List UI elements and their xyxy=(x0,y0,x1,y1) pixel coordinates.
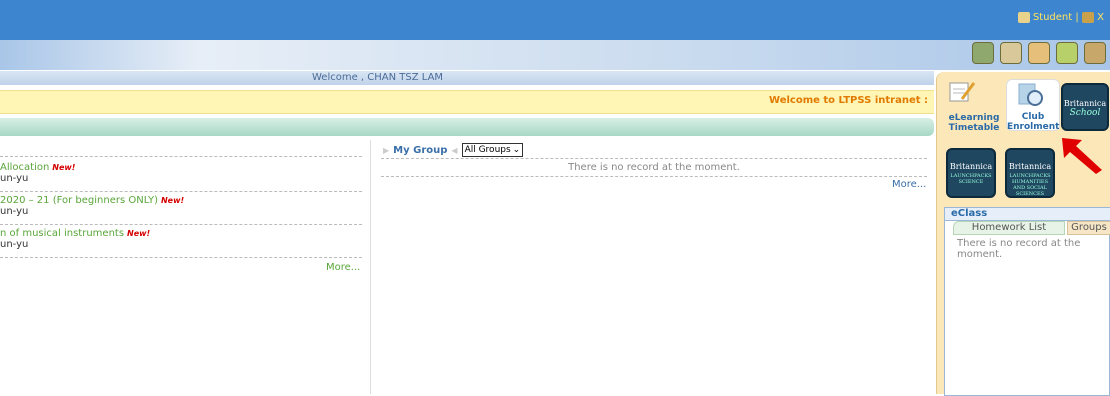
home-icon[interactable] xyxy=(1017,12,1030,23)
calendar-icon[interactable] xyxy=(972,42,994,64)
divider xyxy=(0,156,362,157)
notepad-pencil-icon xyxy=(949,82,976,102)
my-group-label: My Group xyxy=(393,144,448,156)
caret-right-icon: ▶ xyxy=(383,145,390,155)
chevron-down-icon: ⌄ xyxy=(512,145,521,155)
group-select-value: All Groups xyxy=(464,145,511,155)
brand-sub: LAUNCHPACKS SCIENCE xyxy=(950,173,992,185)
brand-text: Britannica xyxy=(1063,99,1107,108)
clipboard-icon[interactable] xyxy=(1000,42,1022,64)
eclass-panel: eClass Homework List Groups There is no … xyxy=(944,207,1110,396)
club-enrolment-tile[interactable]: Club Enrolment xyxy=(1006,79,1060,132)
settings-icon[interactable] xyxy=(1081,12,1094,23)
news-title[interactable]: n of musical instruments xyxy=(0,228,124,239)
eclass-title: eClass xyxy=(945,208,1110,221)
column-divider xyxy=(370,140,371,394)
section-header-bar xyxy=(0,118,934,136)
group-select[interactable]: All Groups ⌄ xyxy=(461,143,524,157)
news-author: un-yu xyxy=(0,173,29,184)
eclass-empty-text: There is no record at the moment. xyxy=(957,238,1081,260)
tab-groups[interactable]: Groups xyxy=(1067,221,1110,235)
brand-sub: LAUNCHPACKS HUMANITIES AND SOCIAL SCIENC… xyxy=(1009,173,1051,197)
tile-label-line: Timetable xyxy=(948,123,1000,133)
news-author: un-yu xyxy=(0,239,29,250)
divider: | xyxy=(1075,12,1079,23)
britannica-launchpacks-humanities-tile[interactable]: Britannica LAUNCHPACKS HUMANITIES AND SO… xyxy=(1005,148,1055,198)
group-more-link[interactable]: More... xyxy=(892,179,926,190)
list-item[interactable]: n of musical instruments New! un-yu xyxy=(0,228,362,250)
new-badge: New! xyxy=(160,196,185,205)
news-panel: Allocation New! un-yu 2020 – 21 (For begi… xyxy=(0,140,370,394)
britannica-school-tile[interactable]: Britannica School xyxy=(1061,83,1109,131)
user-role-label: Student xyxy=(1032,12,1073,23)
divider xyxy=(0,224,362,225)
icon-toolbar xyxy=(0,40,1110,70)
divider xyxy=(381,158,927,159)
logout-button[interactable]: X xyxy=(1097,12,1104,23)
elearning-timetable-label[interactable]: eLearning Timetable xyxy=(946,113,1002,133)
news-title[interactable]: Allocation xyxy=(0,162,49,173)
list-item[interactable]: Allocation New! un-yu xyxy=(0,162,362,184)
group-empty-text: There is no record at the moment. xyxy=(568,162,740,173)
divider xyxy=(381,176,927,177)
user-area: Student | X xyxy=(1017,12,1104,24)
brand-text: Britannica xyxy=(1008,162,1052,171)
britannica-launchpacks-science-tile[interactable]: Britannica LAUNCHPACKS SCIENCE xyxy=(946,148,996,198)
my-group-header: ▶ My Group ◀ All Groups ⌄ xyxy=(383,143,524,157)
marquee-text: Welcome to LTPSS intranet : xyxy=(769,95,928,106)
tile-label-line: Club xyxy=(1021,112,1045,122)
brand-text: Britannica xyxy=(949,162,993,171)
magnifier-icon xyxy=(1018,83,1043,106)
hands-icon[interactable] xyxy=(1028,42,1050,64)
announcement-marquee: Welcome to LTPSS intranet : xyxy=(0,90,934,114)
welcome-text: Welcome , CHAN TSZ LAM xyxy=(312,72,444,83)
list-item[interactable]: 2020 – 21 (For beginners ONLY) New! un-yu xyxy=(0,195,362,217)
caret-left-icon: ◀ xyxy=(451,145,458,155)
news-author: un-yu xyxy=(0,206,29,217)
new-badge: New! xyxy=(52,163,76,172)
news-more-link[interactable]: More... xyxy=(326,262,360,273)
new-badge: New! xyxy=(127,229,151,238)
welcome-bar: Welcome , CHAN TSZ LAM xyxy=(0,71,934,85)
club-enrolment-label: Club Enrolment xyxy=(1007,112,1059,132)
tab-homework-list[interactable]: Homework List xyxy=(953,221,1065,235)
divider xyxy=(0,191,362,192)
palette-icon[interactable] xyxy=(1056,42,1078,64)
tools-icon[interactable] xyxy=(1084,42,1106,64)
arrow-pointer-icon xyxy=(1062,138,1102,174)
news-title[interactable]: 2020 – 21 (For beginners ONLY) xyxy=(0,195,158,206)
divider xyxy=(0,257,362,258)
tile-label-line: eLearning xyxy=(948,113,1000,123)
top-bar: Student | X xyxy=(0,0,1110,40)
brand-sub: School xyxy=(1069,108,1101,118)
tile-label-line: Enrolment xyxy=(1007,122,1060,132)
